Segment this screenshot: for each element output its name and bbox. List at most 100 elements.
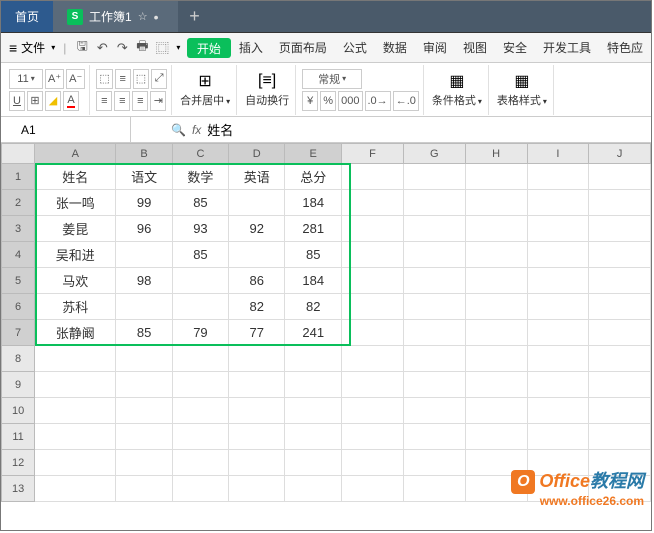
cell-A13[interactable] bbox=[35, 476, 116, 502]
cell-J5[interactable] bbox=[589, 268, 651, 294]
select-all-corner[interactable] bbox=[2, 144, 35, 164]
decrease-decimal-icon[interactable]: ←.0 bbox=[393, 91, 419, 111]
row-header-8[interactable]: 8 bbox=[2, 346, 35, 372]
cell-I9[interactable] bbox=[527, 372, 589, 398]
column-header-D[interactable]: D bbox=[229, 144, 285, 164]
menu-tab-formula[interactable]: 公式 bbox=[335, 33, 375, 62]
cell-C7[interactable]: 79 bbox=[172, 320, 228, 346]
cell-I8[interactable] bbox=[527, 346, 589, 372]
column-header-B[interactable]: B bbox=[116, 144, 172, 164]
cell-A2[interactable]: 张一鸣 bbox=[35, 190, 116, 216]
cell-J10[interactable] bbox=[589, 398, 651, 424]
cell-E9[interactable] bbox=[285, 372, 342, 398]
cell-H11[interactable] bbox=[465, 424, 527, 450]
cell-F6[interactable] bbox=[342, 294, 404, 320]
cell-C11[interactable] bbox=[172, 424, 228, 450]
cell-D10[interactable] bbox=[229, 398, 285, 424]
cell-F1[interactable] bbox=[342, 164, 404, 190]
cell-A1[interactable]: 姓名 bbox=[35, 164, 116, 190]
cell-F11[interactable] bbox=[342, 424, 404, 450]
cell-E4[interactable]: 85 bbox=[285, 242, 342, 268]
tab-workbook[interactable]: S 工作簿1 ☆ • bbox=[53, 1, 178, 32]
indent-icon[interactable]: ⇥ bbox=[150, 91, 166, 111]
column-header-A[interactable]: A bbox=[35, 144, 116, 164]
menu-tab-data[interactable]: 数据 bbox=[375, 33, 415, 62]
menu-tab-view[interactable]: 视图 bbox=[455, 33, 495, 62]
name-box[interactable] bbox=[1, 117, 131, 142]
chevron-down-icon[interactable]: ▾ bbox=[176, 43, 180, 52]
cell-E5[interactable]: 184 bbox=[285, 268, 342, 294]
cell-J6[interactable] bbox=[589, 294, 651, 320]
cell-A6[interactable]: 苏科 bbox=[35, 294, 116, 320]
cell-A9[interactable] bbox=[35, 372, 116, 398]
menu-tab-special[interactable]: 特色应 bbox=[599, 33, 651, 62]
align-middle-icon[interactable]: ≡ bbox=[115, 69, 131, 89]
cell-J4[interactable] bbox=[589, 242, 651, 268]
cell-A10[interactable] bbox=[35, 398, 116, 424]
cell-I10[interactable] bbox=[527, 398, 589, 424]
spreadsheet-grid[interactable]: ABCDEFGHIJ1姓名语文数学英语总分2张一鸣99851843姜昆96939… bbox=[1, 143, 651, 502]
column-header-F[interactable]: F bbox=[342, 144, 404, 164]
row-header-3[interactable]: 3 bbox=[2, 216, 35, 242]
align-bottom-icon[interactable]: ⬚ bbox=[133, 69, 149, 89]
column-header-G[interactable]: G bbox=[403, 144, 465, 164]
menu-tab-review[interactable]: 审阅 bbox=[415, 33, 455, 62]
save-icon[interactable]: 🖫 bbox=[74, 37, 90, 59]
font-color-icon[interactable]: A bbox=[63, 91, 79, 111]
align-top-icon[interactable]: ⬚ bbox=[96, 69, 112, 89]
cell-H6[interactable] bbox=[465, 294, 527, 320]
row-header-12[interactable]: 12 bbox=[2, 450, 35, 476]
fx-icon[interactable]: fx bbox=[192, 123, 201, 137]
cell-E2[interactable]: 184 bbox=[285, 190, 342, 216]
cell-J8[interactable] bbox=[589, 346, 651, 372]
cell-B4[interactable] bbox=[116, 242, 172, 268]
cell-F7[interactable] bbox=[342, 320, 404, 346]
formula-input[interactable] bbox=[207, 122, 507, 137]
conditional-format-button[interactable]: ▦ 条件格式▾ bbox=[426, 65, 489, 115]
cell-E7[interactable]: 241 bbox=[285, 320, 342, 346]
cell-B5[interactable]: 98 bbox=[116, 268, 172, 294]
row-header-1[interactable]: 1 bbox=[2, 164, 35, 190]
row-header-7[interactable]: 7 bbox=[2, 320, 35, 346]
font-size-select[interactable]: 11▾ bbox=[9, 69, 43, 89]
cell-E12[interactable] bbox=[285, 450, 342, 476]
cell-B1[interactable]: 语文 bbox=[116, 164, 172, 190]
cell-H1[interactable] bbox=[465, 164, 527, 190]
cell-D4[interactable] bbox=[229, 242, 285, 268]
cell-G5[interactable] bbox=[403, 268, 465, 294]
cell-D2[interactable] bbox=[229, 190, 285, 216]
cell-I11[interactable] bbox=[527, 424, 589, 450]
increase-decimal-icon[interactable]: .0→ bbox=[365, 91, 391, 111]
cell-J9[interactable] bbox=[589, 372, 651, 398]
cell-E3[interactable]: 281 bbox=[285, 216, 342, 242]
cell-I4[interactable] bbox=[527, 242, 589, 268]
cell-F10[interactable] bbox=[342, 398, 404, 424]
cell-G3[interactable] bbox=[403, 216, 465, 242]
cell-H9[interactable] bbox=[465, 372, 527, 398]
tab-add-button[interactable]: + bbox=[178, 1, 210, 32]
menu-tab-start[interactable]: 开始 bbox=[187, 38, 231, 58]
cell-B11[interactable] bbox=[116, 424, 172, 450]
cell-D8[interactable] bbox=[229, 346, 285, 372]
decrease-font-icon[interactable]: A⁻ bbox=[66, 69, 85, 89]
cell-G1[interactable] bbox=[403, 164, 465, 190]
align-center-icon[interactable]: ≡ bbox=[114, 91, 130, 111]
cell-C12[interactable] bbox=[172, 450, 228, 476]
cell-C8[interactable] bbox=[172, 346, 228, 372]
tab-home[interactable]: 首页 bbox=[1, 1, 53, 32]
cell-D6[interactable]: 82 bbox=[229, 294, 285, 320]
cell-D11[interactable] bbox=[229, 424, 285, 450]
row-header-9[interactable]: 9 bbox=[2, 372, 35, 398]
cell-B7[interactable]: 85 bbox=[116, 320, 172, 346]
undo-icon[interactable]: ↶ bbox=[94, 40, 110, 56]
menu-tab-pagelayout[interactable]: 页面布局 bbox=[271, 33, 335, 62]
cell-I2[interactable] bbox=[527, 190, 589, 216]
column-header-J[interactable]: J bbox=[589, 144, 651, 164]
cell-G7[interactable] bbox=[403, 320, 465, 346]
cell-E1[interactable]: 总分 bbox=[285, 164, 342, 190]
cell-B3[interactable]: 96 bbox=[116, 216, 172, 242]
comma-icon[interactable]: 000 bbox=[338, 91, 362, 111]
cell-C4[interactable]: 85 bbox=[172, 242, 228, 268]
row-header-11[interactable]: 11 bbox=[2, 424, 35, 450]
cell-G9[interactable] bbox=[403, 372, 465, 398]
